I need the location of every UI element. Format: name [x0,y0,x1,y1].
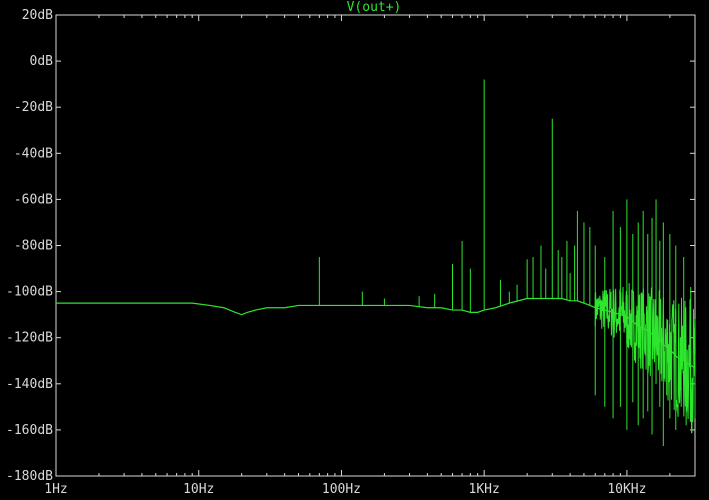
x-tick-label: 1KHz [469,482,500,497]
y-tick-label: 20dB [22,8,53,23]
bode-plot: V(out+) 20dB 0dB -20dB -40dB -60dB -80dB -100d… [6,0,696,497]
y-tick-label: -20dB [14,100,53,115]
x-tick-label: 10Hz [183,482,214,497]
y-tick-label: -60dB [14,192,53,207]
trace-v-out [56,297,696,369]
y-tick-label: -140dB [6,377,53,392]
chart-title: V(out+) [347,0,402,15]
y-tick-label: -120dB [6,331,53,346]
x-tick-label: 1Hz [44,482,67,497]
trace-layer [56,79,696,447]
axis-ticks: 20dB 0dB -20dB -40dB -60dB -80dB -100dB -120dB -… [6,8,696,497]
y-tick-label: -160dB [6,423,53,438]
plot-frame [55,14,696,477]
y-tick-label: 0dB [30,54,54,69]
y-tick-label: -80dB [14,239,53,254]
y-tick-label: -100dB [6,285,53,300]
y-tick-label: -40dB [14,146,53,161]
x-tick-label: 10KHz [607,482,646,497]
x-tick-label: 100Hz [322,482,361,497]
